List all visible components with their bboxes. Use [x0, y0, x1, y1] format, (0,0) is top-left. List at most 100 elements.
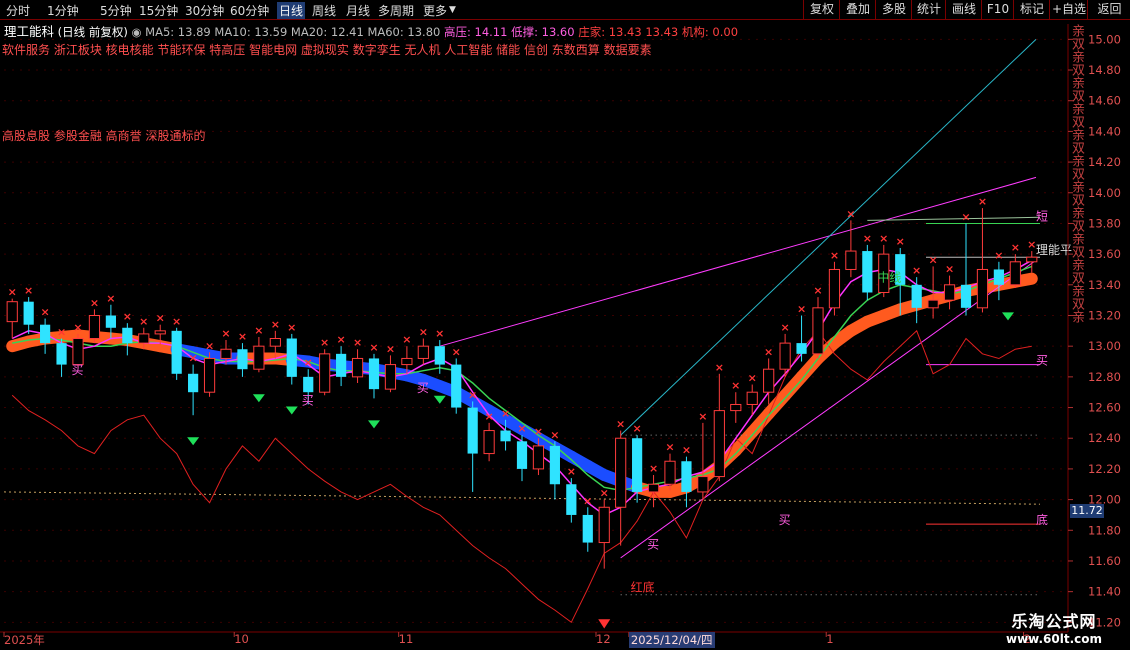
- sell-x-marker: ×: [468, 388, 477, 401]
- sell-x-marker: ×: [90, 296, 99, 309]
- candle-body: [417, 345, 429, 359]
- candle-body: [598, 506, 610, 544]
- sell-x-marker: ×: [369, 341, 378, 354]
- candle-body: [500, 430, 511, 442]
- green-down-triangle: [252, 394, 265, 403]
- x-tick-label: 12: [596, 632, 611, 646]
- green-down-triangle: [1002, 312, 1014, 321]
- annotation-label: 买: [72, 363, 84, 377]
- candle-body: [56, 343, 67, 365]
- candle-body: [237, 349, 248, 370]
- sell-x-marker: ×: [402, 333, 411, 346]
- candle-body: [845, 250, 857, 270]
- sell-x-marker: ×: [271, 318, 280, 331]
- candle-body: [532, 445, 545, 470]
- candle-body: [927, 299, 939, 309]
- candle-body: [467, 407, 478, 454]
- annotation-label: 红底: [631, 580, 655, 595]
- candle-body: [862, 251, 873, 293]
- green-down-triangle: [368, 420, 380, 429]
- right-panel-text: 亲双亲双亲双亲双亲双亲双亲双亲双亲双亲双亲双亲: [1070, 24, 1084, 323]
- sell-x-marker: ×: [24, 284, 33, 297]
- candle-body: [384, 364, 397, 390]
- annotation-label: 中线: [877, 270, 901, 285]
- candle-body: [434, 346, 445, 365]
- annotation-label: 买: [1036, 354, 1048, 368]
- sell-x-marker: ×: [616, 418, 625, 431]
- annotation-label: 买: [302, 393, 314, 407]
- annotation-label: 短: [1036, 209, 1048, 223]
- candle-body: [812, 307, 824, 355]
- sell-x-marker: ×: [633, 422, 642, 435]
- candle-body: [713, 410, 725, 478]
- candle-body: [664, 460, 676, 485]
- sell-x-marker: ×: [665, 441, 674, 454]
- sell-x-marker: ×: [435, 327, 444, 340]
- sell-x-marker: ×: [485, 410, 494, 423]
- candle-body: [779, 342, 791, 370]
- sell-x-marker: ×: [501, 407, 510, 420]
- red-up-triangle: [598, 619, 611, 629]
- candle-body: [188, 373, 199, 393]
- candle-body: [88, 314, 101, 340]
- sell-x-marker: ×: [419, 326, 428, 339]
- sell-x-marker: ×: [156, 312, 165, 325]
- candle-body: [336, 353, 347, 377]
- sell-x-marker: ×: [929, 253, 938, 266]
- green-down-triangle: [187, 437, 200, 446]
- sell-x-marker: ×: [715, 361, 724, 374]
- sell-x-marker: ×: [123, 310, 132, 323]
- candle-body: [615, 437, 627, 508]
- support-trendline: [620, 259, 1037, 559]
- sell-x-marker: ×: [1027, 238, 1036, 251]
- sell-x-marker: ×: [583, 494, 592, 507]
- sell-x-marker: ×: [534, 425, 543, 438]
- candle-body: [483, 430, 495, 455]
- sell-x-marker: ×: [994, 249, 1003, 262]
- candle-body: [203, 357, 216, 393]
- sell-x-marker: ×: [238, 330, 247, 343]
- candle-body: [303, 376, 314, 393]
- green-down-triangle: [433, 395, 446, 404]
- candle-body: [105, 315, 116, 328]
- sell-x-marker: ×: [304, 356, 313, 369]
- x-tick-label: 10: [234, 632, 249, 646]
- sell-x-marker: ×: [8, 286, 17, 299]
- candle-body: [746, 391, 758, 405]
- candle-body: [911, 284, 922, 308]
- sell-x-marker: ×: [978, 195, 987, 208]
- sell-x-marker: ×: [830, 249, 839, 262]
- watermark: 乐淘公式网 www.60lt.com: [993, 608, 1115, 646]
- x-tick-label: 2025年: [4, 633, 45, 647]
- sell-x-marker: ×: [320, 336, 329, 349]
- sell-x-marker: ×: [896, 235, 905, 248]
- sell-x-marker: ×: [139, 315, 148, 328]
- sell-x-marker: ×: [452, 345, 461, 358]
- sell-x-marker: ×: [41, 306, 50, 319]
- sell-x-marker: ×: [649, 462, 658, 475]
- sell-x-marker: ×: [550, 428, 559, 441]
- candlestick-chart[interactable]: × × × × × × × × × × × × × × × × × × × × × × × × × × × × × × × × × × × × × × × ×…: [0, 0, 1130, 650]
- candle-body: [549, 445, 560, 485]
- sell-x-marker: ×: [205, 339, 214, 352]
- annotation-label: 买: [417, 381, 429, 395]
- candle-body: [253, 345, 265, 370]
- sell-x-marker: ×: [797, 302, 806, 315]
- candle-body: [138, 333, 150, 344]
- x-tick-label: 2025/12/04/四: [628, 632, 715, 648]
- sell-x-marker: ×: [961, 210, 970, 223]
- sell-x-marker: ×: [57, 326, 66, 339]
- candle-body: [943, 284, 956, 301]
- candle-body: [960, 284, 972, 308]
- sell-x-marker: ×: [189, 352, 198, 365]
- candle-body: [681, 461, 692, 492]
- sell-x-marker: ×: [781, 321, 790, 334]
- candle-body: [697, 476, 709, 493]
- x-tick-label: 11: [398, 632, 414, 646]
- right-side-panel: 亲双亲双亲双亲双亲双亲双亲双亲双亲双亲双亲双亲: [1070, 24, 1130, 632]
- annotation-label: 底: [1036, 512, 1048, 527]
- candle-body: [368, 358, 380, 390]
- sell-x-marker: ×: [386, 342, 395, 355]
- sell-x-marker: ×: [287, 321, 296, 334]
- candle-body: [796, 343, 807, 354]
